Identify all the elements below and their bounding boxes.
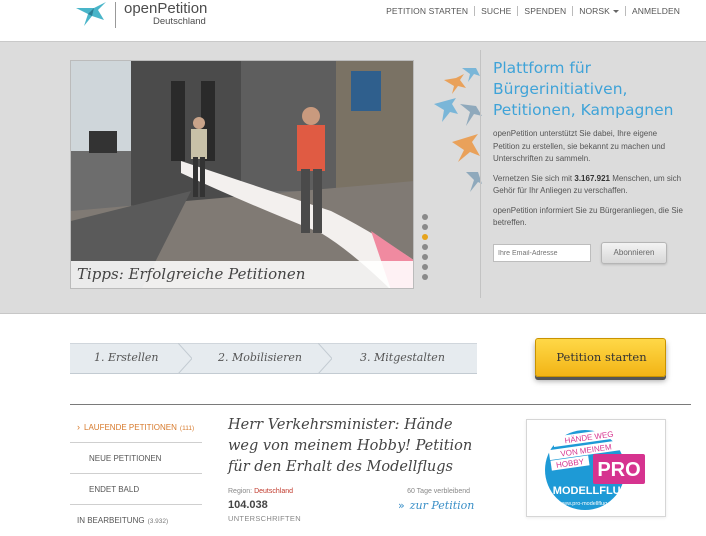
- sidebar-item-count: (3.932): [147, 518, 169, 525]
- slide-dot-active[interactable]: [422, 234, 428, 240]
- hero-section: Tipps: Erfolgreiche Petitionen Plattform…: [0, 42, 706, 314]
- chevron-right-icon: ›: [77, 422, 80, 432]
- hero-title-line: Bürgerinitiativen,: [493, 80, 628, 98]
- slide-dot[interactable]: [422, 264, 428, 270]
- newsletter-form: Abonnieren: [493, 242, 683, 264]
- nav-anmelden[interactable]: ANMELDEN: [626, 6, 686, 16]
- slide-dot[interactable]: [422, 254, 428, 260]
- language-label: NORSK: [579, 6, 610, 16]
- region-value: Deutschland: [254, 488, 294, 495]
- sidebar-item-label: LAUFENDE PETITIONEN: [84, 423, 177, 432]
- step-erstellen[interactable]: 1. Erstellen: [70, 343, 192, 374]
- hero-caption-bar[interactable]: Tipps: Erfolgreiche Petitionen: [71, 261, 413, 288]
- promo-badge[interactable]: HÄNDE WEG VON MEINEM HOBBY PRO MODELLFLU…: [526, 419, 666, 517]
- hero-paragraph-network: Vernetzen Sie sich mit 3.167.921 Mensche…: [493, 173, 683, 198]
- sidebar-item-in-bearbeitung[interactable]: IN BEARBEITUNG (3.932): [70, 505, 202, 536]
- sidebar-item-count: (111): [179, 425, 195, 432]
- nav-language-select[interactable]: NORSK: [573, 6, 625, 16]
- badge-modellflug: MODELLFLUG: [553, 485, 629, 497]
- slide-dot[interactable]: [422, 224, 428, 230]
- site-header: openPetition Deutschland PETITION STARTE…: [0, 0, 706, 42]
- slide-dot[interactable]: [422, 274, 428, 280]
- hero-slideshow[interactable]: Tipps: Erfolgreiche Petitionen: [70, 60, 414, 289]
- signature-count: 104.038: [228, 499, 268, 511]
- sidebar-item-neue[interactable]: NEUE PETITIONEN: [70, 443, 202, 474]
- petition-link-label: zur Petition: [409, 499, 475, 512]
- hero-paragraph-intro: openPetition unterstützt Sie dabei, Ihre…: [493, 129, 666, 163]
- slide-dot[interactable]: [422, 214, 428, 220]
- step-mobilisieren[interactable]: 2. Mobilisieren: [192, 343, 332, 374]
- start-petition-label: Petition starten: [556, 350, 647, 364]
- double-chevron-right-icon: »: [398, 499, 405, 512]
- logo[interactable]: openPetition Deutschland: [74, 0, 214, 30]
- hero-paragraph-info: openPetition informiert Sie zu Bürgeranl…: [493, 205, 683, 228]
- steps-bar: 1. Erstellen 2. Mobilisieren 3. Mitgesta…: [70, 343, 477, 374]
- step-label: 1. Erstellen: [94, 351, 159, 364]
- sidebar-item-label: IN BEARBEITUNG: [77, 516, 145, 525]
- sidebar-item-label: NEUE PETITIONEN: [89, 454, 162, 463]
- hero-title-line: Plattform für: [493, 59, 592, 77]
- bird-logo-icon: [76, 2, 106, 26]
- region-label: Region:: [228, 488, 253, 495]
- logo-divider: [115, 2, 116, 28]
- step-label: 3. Mitgestalten: [360, 351, 445, 364]
- step-chevron-icon: [178, 343, 192, 374]
- nav-petition-starten[interactable]: PETITION STARTEN: [380, 6, 474, 16]
- top-navigation: PETITION STARTEN SUCHE SPENDEN NORSK ANM…: [380, 6, 686, 16]
- petition-link[interactable]: » zur Petition: [398, 499, 474, 512]
- subscribe-button[interactable]: Abonnieren: [601, 242, 667, 264]
- network-text-before: Vernetzen Sie sich mit: [493, 173, 575, 183]
- step-chevron-icon: [318, 343, 332, 374]
- petition-filter-sidebar: › LAUFENDE PETITIONEN (111) NEUE PETITION…: [70, 412, 202, 536]
- section-divider: [70, 404, 691, 405]
- logo-subtitle: Deutschland: [153, 16, 206, 27]
- sidebar-item-text: IN BEARBEITUNG (3.932): [77, 516, 168, 525]
- sidebar-item-text: LAUFENDE PETITIONEN (111): [84, 423, 194, 432]
- start-petition-button[interactable]: Petition starten: [535, 338, 666, 377]
- caret-down-icon: [612, 10, 619, 14]
- user-count: 3.167.921: [574, 173, 610, 183]
- badge-url: www.pro-modellflug.de: [558, 501, 615, 507]
- signature-unit: UNTERSCHRIFTEN: [228, 514, 301, 523]
- sidebar-item-laufende[interactable]: › LAUFENDE PETITIONEN (111): [70, 412, 202, 443]
- step-label: 2. Mobilisieren: [218, 351, 302, 364]
- sidebar-item-endet-bald[interactable]: ENDET BALD: [70, 474, 202, 505]
- badge-pro: PRO: [597, 459, 640, 481]
- hero-divider: [480, 50, 481, 298]
- hero-caption: Tipps: Erfolgreiche Petitionen: [77, 265, 306, 283]
- email-input[interactable]: [493, 244, 591, 262]
- hero-photo: [71, 61, 413, 288]
- sidebar-item-label: ENDET BALD: [89, 485, 140, 494]
- modellflug-badge: HÄNDE WEG VON MEINEM HOBBY PRO MODELLFLU…: [545, 427, 645, 510]
- slide-dot[interactable]: [422, 244, 428, 250]
- hero-text: Plattform für Bürgerinitiativen, Petitio…: [493, 58, 683, 230]
- hero-title-line: Petitionen, Kampagnen: [493, 101, 674, 119]
- petition-region: Region: Deutschland: [228, 488, 293, 495]
- featured-petition: Herr Verkehrsminister: Hände weg von mei…: [228, 415, 478, 523]
- birds-decoration-icon: [434, 68, 482, 192]
- petition-title[interactable]: Herr Verkehrsminister: Hände weg von mei…: [228, 415, 478, 478]
- hero-title: Plattform für Bürgerinitiativen, Petitio…: [493, 58, 683, 121]
- logo-title: openPetition: [124, 0, 208, 17]
- nav-suche[interactable]: SUCHE: [475, 6, 517, 16]
- slideshow-dots: [422, 214, 432, 284]
- nav-spenden[interactable]: SPENDEN: [518, 6, 572, 16]
- petition-remaining: 60 Tage verbleibend: [407, 488, 470, 495]
- step-mitgestalten[interactable]: 3. Mitgestalten: [332, 343, 477, 374]
